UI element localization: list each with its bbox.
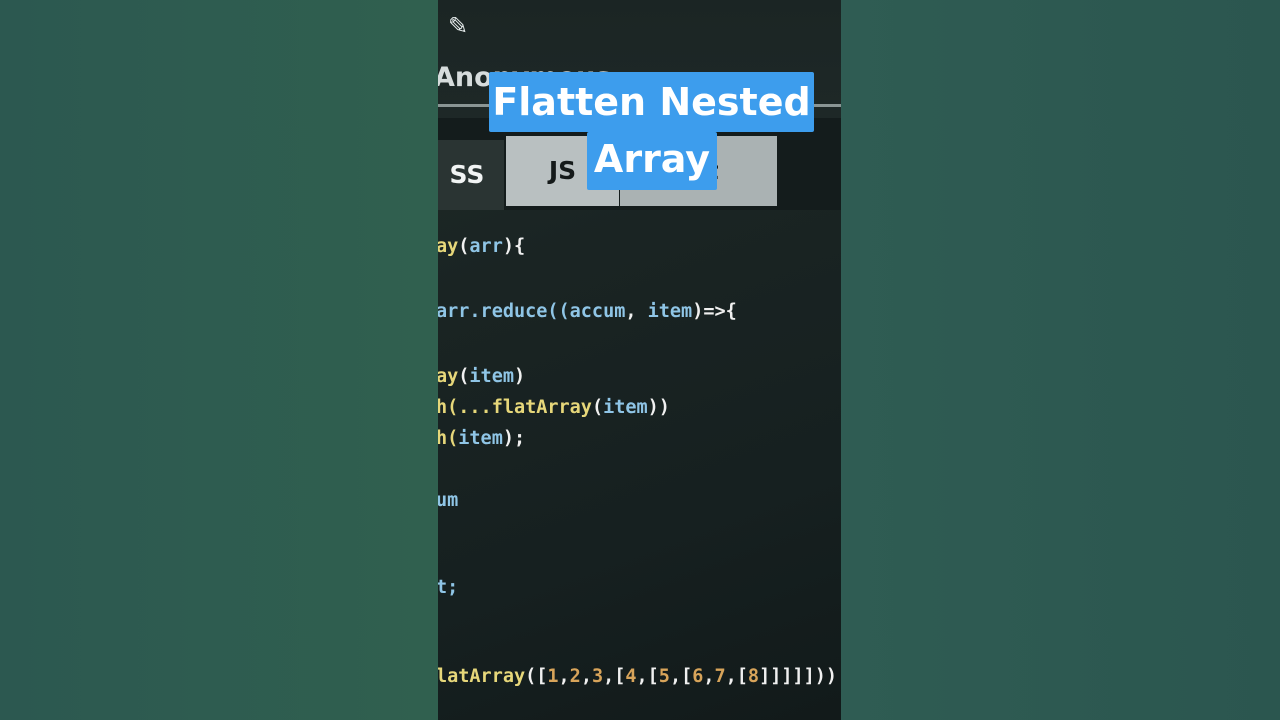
code-line-2: arr.reduce((accum, item)=>{ [438, 301, 737, 322]
code-line-3: ay(item) [438, 366, 526, 387]
code-line-4: h(...flatArray(item)) [438, 397, 670, 418]
code-editor[interactable]: ay(arr){ arr.reduce((accum, item)=>{ ay(… [438, 210, 841, 720]
code-line-5: h(item); [438, 428, 526, 449]
left-background-panel [0, 0, 438, 720]
pencil-icon[interactable]: ✎ [448, 12, 468, 40]
code-line-1: ay(arr){ [438, 236, 526, 257]
code-line-8: latArray([1,2,3,[4,[5,[6,7,[8]]]]])) [438, 666, 838, 687]
code-line-7: t; [438, 577, 459, 598]
caption-line-2: Array [587, 132, 717, 190]
code-line-6: um [438, 490, 459, 511]
caption-line-1: Flatten Nested [489, 72, 814, 132]
right-background-panel [841, 0, 1280, 720]
video-caption: Flatten Nested Array [489, 72, 814, 190]
